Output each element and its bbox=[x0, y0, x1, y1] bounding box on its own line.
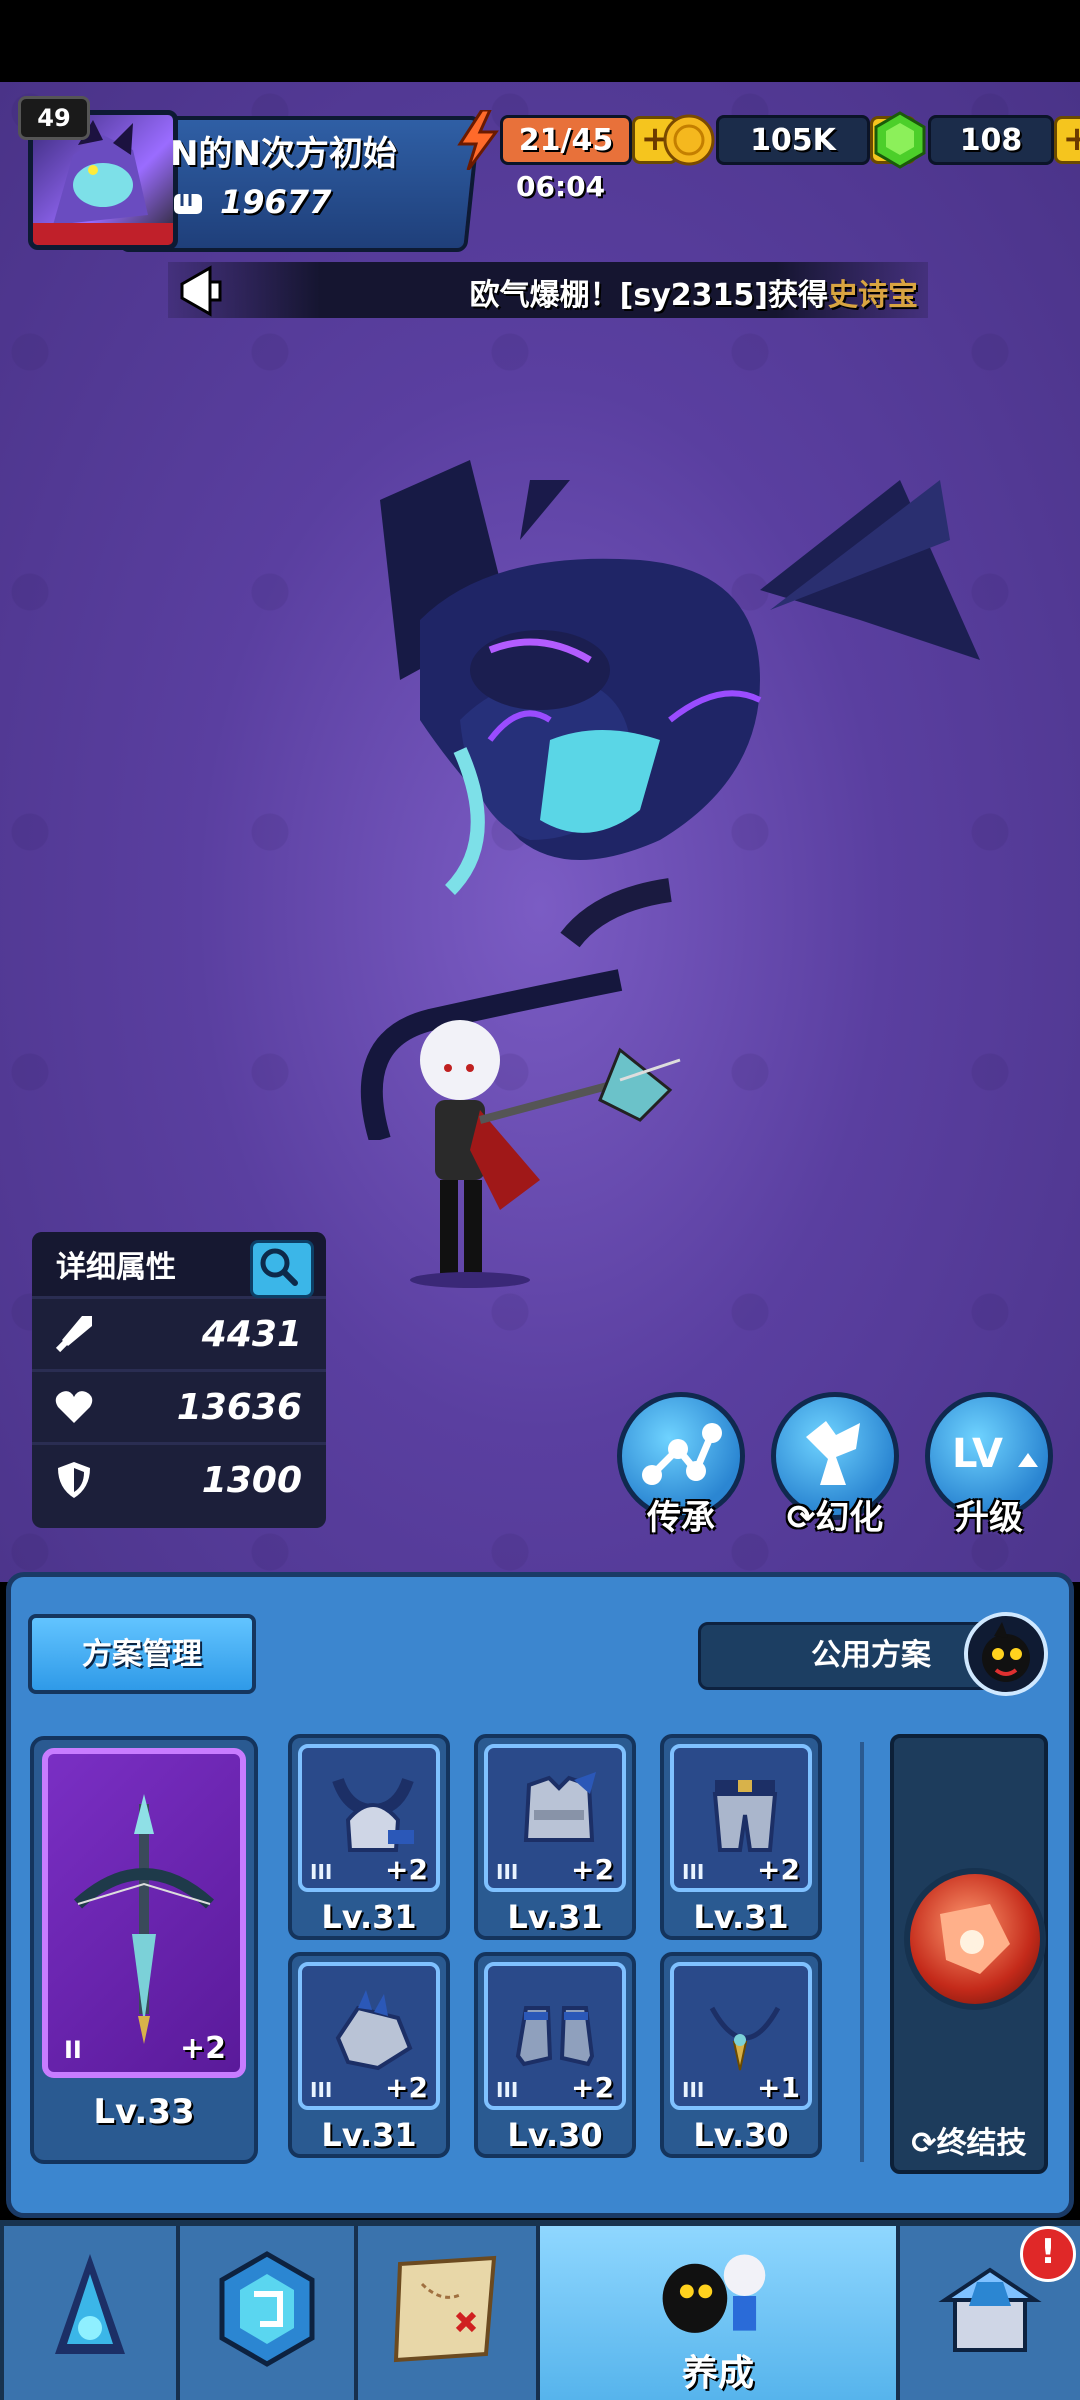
upgrade-button[interactable]: LV 升级 bbox=[924, 1392, 1054, 1542]
avatar-frame-band bbox=[33, 223, 173, 245]
search-icon bbox=[260, 1248, 298, 1286]
hero-pet-icon bbox=[662, 2254, 766, 2333]
pants-tier: III bbox=[682, 1860, 705, 1884]
attack-value: 4431 bbox=[201, 1313, 302, 1355]
gold-value: 105K bbox=[716, 115, 870, 165]
hexagon-rune-icon bbox=[219, 2251, 315, 2367]
weapon-bonus: +2 bbox=[179, 2031, 226, 2066]
meteor-icon bbox=[940, 1904, 1010, 1974]
gloves-slot[interactable]: III +2 Lv.31 bbox=[288, 1952, 450, 2158]
black-creature-icon bbox=[982, 1622, 1030, 1682]
bottom-navigation: 养成 bbox=[0, 2220, 1080, 2400]
treasure-map-icon bbox=[393, 2255, 497, 2363]
armor-slot[interactable]: III +2 Lv.31 bbox=[474, 1734, 636, 1940]
boots-slot[interactable]: III +2 Lv.30 bbox=[474, 1952, 636, 2158]
boots-frame: III +2 bbox=[484, 1962, 626, 2110]
transform-button[interactable]: ⟳幻化 bbox=[770, 1392, 900, 1542]
weapon-frame: II +2 bbox=[42, 1748, 246, 2078]
pants-level: Lv.31 bbox=[693, 1898, 789, 1936]
armor-tier: III bbox=[496, 1860, 519, 1884]
upgrade-label: 升级 bbox=[955, 1498, 1023, 1538]
transform-text: 幻化 bbox=[815, 1498, 884, 1538]
green-gem-icon bbox=[874, 111, 926, 169]
broadcast-ticker: 欧气爆棚！[sy2315]获得史诗宝 bbox=[168, 262, 928, 318]
necklace-level: Lv.30 bbox=[693, 2116, 789, 2154]
ultimate-skill-label: ⟳终结技 bbox=[911, 2126, 1027, 2161]
transform-label: ⟳幻化 bbox=[786, 1498, 884, 1538]
shared-plan-avatar[interactable] bbox=[964, 1612, 1048, 1696]
player-level-badge: 49 bbox=[18, 96, 90, 140]
shield-icon bbox=[58, 1462, 90, 1498]
player-name: N的N次方初始 bbox=[170, 134, 397, 174]
power-row: 19677 bbox=[170, 180, 331, 224]
attribute-panel: 详细属性 4431 13636 1300 bbox=[32, 1232, 326, 1528]
ultimate-skill-text: 终结技 bbox=[936, 2126, 1027, 2161]
pants-slot[interactable]: III +2 Lv.31 bbox=[660, 1734, 822, 1940]
boots-tier: III bbox=[496, 2078, 519, 2102]
ticker-text: 欧气爆棚！[sy2315]获得 bbox=[469, 278, 828, 313]
tab-battle[interactable] bbox=[4, 2226, 180, 2400]
gloves-frame: III +2 bbox=[298, 1962, 440, 2110]
energy-value: 21/45 bbox=[500, 115, 632, 165]
helmet-slot[interactable]: III +2 Lv.31 bbox=[288, 1734, 450, 1940]
gold-coin-icon bbox=[663, 114, 715, 166]
inherit-label: 传承 bbox=[647, 1498, 715, 1538]
crystal-spire-icon bbox=[55, 2254, 125, 2354]
gloves-level: Lv.31 bbox=[321, 2116, 417, 2154]
weapon-level: Lv.33 bbox=[93, 2092, 195, 2132]
defense-value: 1300 bbox=[201, 1459, 302, 1501]
necklace-bonus: +1 bbox=[757, 2071, 800, 2104]
tab-map[interactable] bbox=[358, 2226, 540, 2400]
tab-develop-label: 养成 bbox=[681, 2353, 754, 2394]
attack-row: 4431 bbox=[32, 1296, 326, 1369]
tab-develop[interactable]: 养成 bbox=[540, 2226, 900, 2400]
armor-frame: III +2 bbox=[484, 1744, 626, 1892]
armor-level: Lv.31 bbox=[507, 1898, 603, 1936]
shop-alert-badge: ! bbox=[1020, 2226, 1076, 2282]
boots-bonus: +2 bbox=[571, 2071, 614, 2104]
energy-resource: 21/45 + bbox=[456, 110, 678, 170]
plan-management-button[interactable]: 方案管理 bbox=[28, 1614, 256, 1694]
pants-frame: III +2 bbox=[670, 1744, 812, 1892]
helmet-bonus: +2 bbox=[385, 1853, 428, 1886]
attribute-detail-button[interactable] bbox=[250, 1240, 314, 1298]
helmet-tier: III bbox=[310, 1860, 333, 1884]
crossbow-icon bbox=[73, 1794, 215, 2044]
slot-divider bbox=[860, 1742, 864, 2162]
ultimate-skill-slot[interactable]: ⟳终结技 bbox=[890, 1734, 1048, 2174]
inherit-button[interactable]: 传承 bbox=[616, 1392, 746, 1542]
tab-talent[interactable] bbox=[180, 2226, 358, 2400]
sword-icon bbox=[55, 1316, 92, 1353]
ticker-message: 欧气爆棚！[sy2315]获得史诗宝 bbox=[470, 270, 918, 314]
health-row: 13636 bbox=[32, 1369, 326, 1442]
weapon-tier: II bbox=[64, 2036, 82, 2064]
energy-timer: 06:04 bbox=[516, 170, 606, 203]
megaphone-icon bbox=[180, 265, 222, 317]
defense-row: 1300 bbox=[32, 1442, 326, 1515]
ultimate-skill-orb bbox=[904, 1868, 1046, 2010]
fist-power-icon bbox=[174, 194, 202, 214]
pants-bonus: +2 bbox=[757, 1853, 800, 1886]
boots-level: Lv.30 bbox=[507, 2116, 603, 2154]
gem-resource: 108 + bbox=[872, 111, 1080, 169]
health-value: 13636 bbox=[176, 1386, 302, 1428]
necklace-slot[interactable]: III +1 Lv.30 bbox=[660, 1952, 822, 2158]
ticker-highlight: 史诗宝 bbox=[828, 278, 918, 313]
add-gem-button[interactable]: + bbox=[1054, 116, 1080, 164]
armor-bonus: +2 bbox=[571, 1853, 614, 1886]
heart-icon bbox=[55, 1391, 93, 1423]
weapon-slot[interactable]: II +2 Lv.33 bbox=[30, 1736, 258, 2164]
hero-character bbox=[410, 1020, 681, 1288]
gem-value: 108 bbox=[928, 115, 1054, 165]
gloves-tier: III bbox=[310, 2078, 333, 2102]
gloves-bonus: +2 bbox=[385, 2071, 428, 2104]
necklace-tier: III bbox=[682, 2078, 705, 2102]
svg-text:LV: LV bbox=[952, 1431, 1003, 1477]
lightning-icon bbox=[457, 110, 499, 170]
helmet-frame: III +2 bbox=[298, 1744, 440, 1892]
helmet-level: Lv.31 bbox=[321, 1898, 417, 1936]
necklace-frame: III +1 bbox=[670, 1962, 812, 2110]
combat-power-value: 19677 bbox=[220, 183, 332, 221]
